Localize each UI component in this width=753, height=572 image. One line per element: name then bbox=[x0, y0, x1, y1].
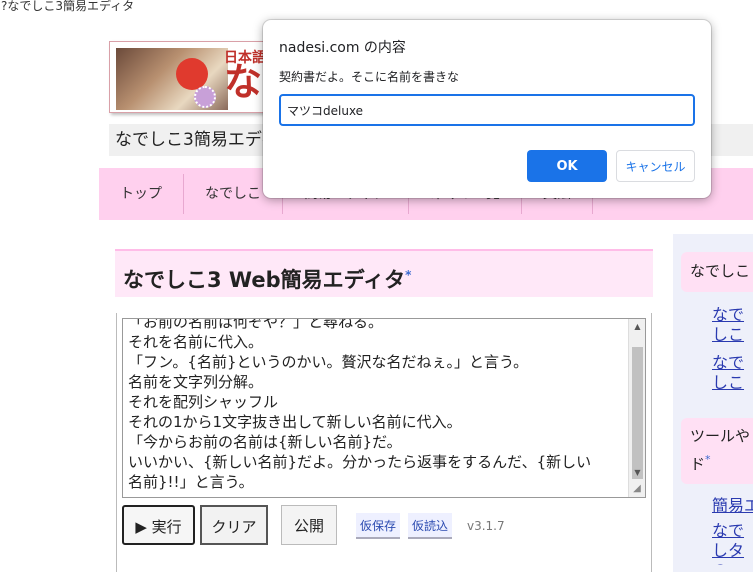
code-line: 「お前の名前は何ぞや？」と尋ねる。 bbox=[128, 318, 384, 331]
sidebar-box-nadesiko: なでしこ bbox=[681, 252, 753, 292]
code-line: いいかい、{新しい名前}だよ。分かったら返事をするんだ、{新しい bbox=[128, 453, 592, 471]
sidebar-box-title: なでしこ bbox=[690, 262, 751, 280]
page-title: なでしこ3 Web簡易エディタ* bbox=[115, 249, 653, 297]
sidebar-box-title: ツールやド bbox=[690, 427, 751, 473]
page-title-text: なでしこ3 Web簡易エディタ bbox=[123, 268, 406, 292]
code-line: 名前を文字列分解。 bbox=[128, 373, 264, 391]
nav-item-top[interactable]: トップ bbox=[99, 174, 184, 214]
code-line: それを配列シャッフル bbox=[128, 393, 279, 411]
dialog-name-input[interactable] bbox=[279, 94, 695, 126]
dialog-message: 契約書だよ。そこに名前を書きな bbox=[279, 70, 460, 84]
resize-grip-icon[interactable]: ◢ bbox=[629, 481, 645, 497]
code-editor[interactable]: 「お前の名前は何ぞや？」と尋ねる。 それを名前に代入。 「フン。{名前}というの… bbox=[122, 318, 646, 498]
sidebar-link-editor[interactable]: 簡易エ bbox=[712, 496, 753, 516]
flower-icon bbox=[194, 86, 216, 108]
sidebar-link-editor-list[interactable]: なでしタの一 bbox=[712, 521, 753, 565]
site-logo[interactable]: 日本語 な bbox=[109, 41, 269, 113]
scroll-up-icon[interactable]: ▲ bbox=[629, 319, 645, 335]
temp-save-button[interactable]: 仮保存 bbox=[356, 513, 401, 539]
logo-artwork bbox=[116, 48, 228, 110]
scroll-down-icon[interactable]: ▼ bbox=[629, 465, 645, 481]
dialog-title: nadesi.com の内容 bbox=[279, 40, 406, 56]
cancel-button[interactable]: キャンセル bbox=[616, 150, 695, 182]
temp-load-button[interactable]: 仮読込 bbox=[408, 513, 453, 539]
page-title-mark: * bbox=[405, 268, 412, 282]
code-lines: 「お前の名前は何ぞや？」と尋ねる。 それを名前に代入。 「フン。{名前}というの… bbox=[128, 318, 628, 492]
code-line: 「フン。{名前}というのかい。贅沢な名だねぇ。」と言う。 bbox=[128, 353, 529, 371]
code-line: それを名前に代入。 bbox=[128, 333, 264, 351]
run-button[interactable]: ▶ 実行 bbox=[122, 505, 195, 545]
sidebar-box-mark: * bbox=[705, 453, 711, 466]
clear-button[interactable]: クリア bbox=[200, 505, 268, 545]
publish-button[interactable]: 公開 bbox=[281, 505, 337, 545]
prompt-dialog: nadesi.com の内容 契約書だよ。そこに名前を書きな OK キャンセル bbox=[263, 20, 711, 198]
sidebar-link-top[interactable]: なでしこトップ bbox=[712, 305, 753, 345]
version-label: v3.1.7 bbox=[467, 519, 505, 533]
editor-scrollbar[interactable]: ▲ ▼ bbox=[628, 319, 645, 497]
sidebar-box-tools: ツールやド* bbox=[681, 418, 753, 484]
code-line: それの1から1文字抜き出して新しい名前に代入。 bbox=[128, 413, 462, 431]
logo-big-text: な bbox=[224, 59, 263, 104]
code-line: 「今からお前の名前は{新しい名前}だ。 bbox=[128, 433, 402, 451]
ok-button[interactable]: OK bbox=[527, 150, 607, 182]
code-line: 名前}!!」と言う。 bbox=[128, 473, 254, 491]
sidebar-link-plugins[interactable]: なでしこプ bbox=[712, 353, 753, 393]
browser-tab-title: ?なでしこ3簡易エディタ bbox=[0, 0, 753, 16]
scrollbar-thumb[interactable] bbox=[632, 347, 643, 479]
